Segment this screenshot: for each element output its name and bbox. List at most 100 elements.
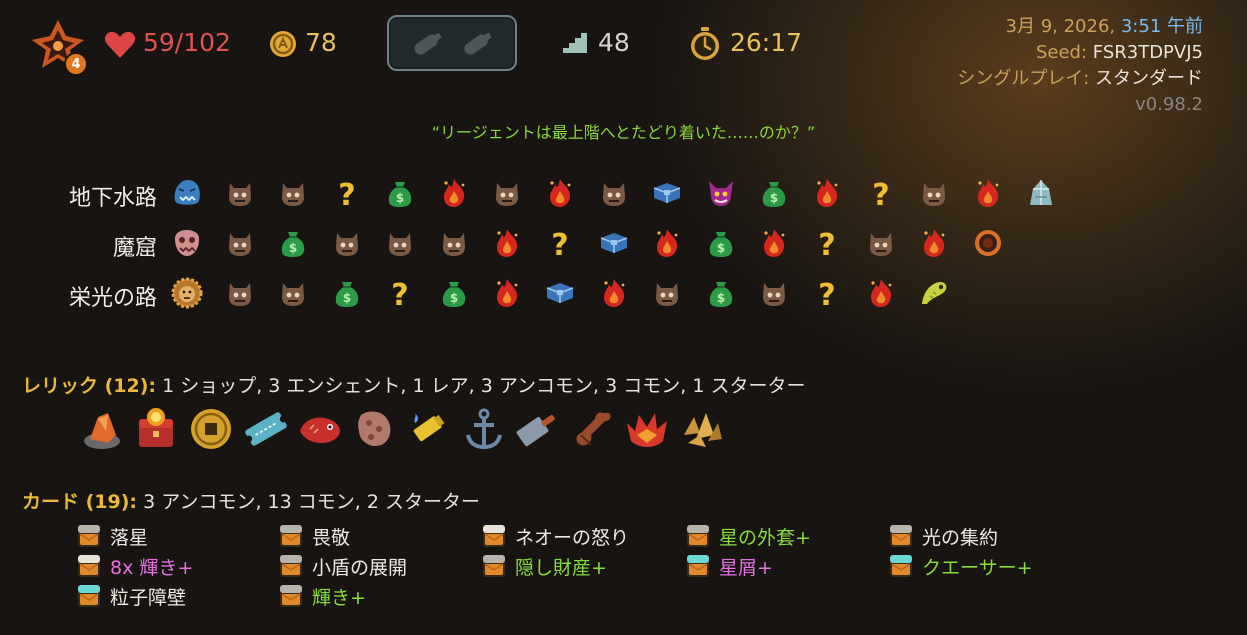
lighter-icon[interactable] — [405, 405, 453, 453]
map-node-elite-icon[interactable] — [650, 226, 684, 260]
relics-header: レリック (12): 1 ショップ, 3 エンシェント, 1 レア, 3 アンコ… — [22, 375, 806, 397]
red-crown-flower-icon[interactable] — [623, 405, 671, 453]
cleaver-icon[interactable] — [514, 405, 562, 453]
svg-text:$: $ — [716, 241, 724, 255]
stopwatch-icon — [688, 26, 722, 62]
card-name: 粒子障壁 — [110, 586, 187, 609]
potion-slot-1-icon[interactable] — [407, 26, 447, 62]
card-entry[interactable]: 8x 輝き+ — [76, 553, 193, 579]
map-node-shop-icon[interactable]: $ — [704, 226, 738, 260]
map-node-elite-icon[interactable] — [864, 276, 898, 310]
card-entry[interactable]: 星の外套+ — [685, 523, 811, 549]
card-entry[interactable]: クエーサー+ — [888, 553, 1033, 579]
card-type-icon — [888, 553, 914, 579]
potion-slot-2-icon[interactable] — [457, 26, 497, 62]
map-node-shop-icon[interactable]: $ — [383, 176, 417, 210]
map-node-monster-icon[interactable] — [864, 226, 898, 260]
map-node-monster-icon[interactable] — [437, 226, 471, 260]
map-node-monster-icon[interactable] — [650, 276, 684, 310]
ember-rock-icon[interactable] — [78, 405, 126, 453]
map-node-yellow-eel-icon[interactable] — [917, 276, 951, 310]
map-node-orange-ring-icon[interactable] — [971, 226, 1005, 260]
card-entry[interactable]: 粒子障壁 — [76, 583, 186, 609]
card-name: 隠し財産+ — [515, 556, 607, 579]
red-fish-icon[interactable] — [296, 405, 344, 453]
map-node-monster-icon[interactable] — [223, 226, 257, 260]
card-type-icon — [685, 553, 711, 579]
map-node-treasure-icon[interactable] — [597, 226, 631, 260]
map-node-shop-icon[interactable]: $ — [330, 276, 364, 310]
svg-text:$: $ — [770, 191, 778, 205]
map-node-boss-imp-icon[interactable] — [704, 176, 738, 210]
run-quote: “リージェントは最上階へとたどり着いた……のか？” — [431, 123, 816, 142]
golden-lion-boss-icon[interactable] — [170, 276, 204, 310]
map-node-monster-icon[interactable] — [223, 176, 257, 210]
map-node-elite-icon[interactable] — [437, 176, 471, 210]
card-entry[interactable]: 小盾の展開 — [278, 553, 407, 579]
map-node-unknown-icon[interactable]: ? — [330, 176, 364, 210]
map-node-unknown-icon[interactable]: ? — [543, 226, 577, 260]
card-type-icon — [278, 583, 304, 609]
map-node-elite-icon[interactable] — [810, 176, 844, 210]
card-entry[interactable]: 落星 — [76, 523, 148, 549]
heart-icon — [104, 30, 136, 60]
map-node-monster-icon[interactable] — [223, 276, 257, 310]
anchor-icon[interactable] — [460, 405, 508, 453]
map-node-treasure-icon[interactable] — [543, 276, 577, 310]
svg-text:$: $ — [396, 191, 404, 205]
red-chest-icon[interactable] — [133, 405, 181, 453]
map-node-unknown-icon[interactable]: ? — [810, 276, 844, 310]
brown-sponge-icon[interactable] — [351, 405, 399, 453]
blue-ticket-icon[interactable] — [242, 405, 290, 453]
hp-value: 59/102 — [143, 28, 231, 57]
card-entry[interactable]: 隠し財産+ — [481, 553, 607, 579]
map-node-treasure-icon[interactable] — [650, 176, 684, 210]
map-node-elite-icon[interactable] — [490, 276, 524, 310]
gold-coin-icon[interactable] — [187, 405, 235, 453]
map-node-elite-icon[interactable] — [757, 226, 791, 260]
map-node-shop-icon[interactable]: $ — [757, 176, 791, 210]
card-entry[interactable]: 星屑+ — [685, 553, 773, 579]
pink-creature-boss-icon[interactable] — [170, 226, 204, 260]
map-node-shop-icon[interactable]: $ — [704, 276, 738, 310]
map-node-ancient-crystal-icon[interactable] — [1024, 176, 1058, 210]
map-node-monster-icon[interactable] — [276, 176, 310, 210]
blue-slime-boss-icon[interactable] — [170, 176, 204, 210]
map-node-monster-icon[interactable] — [597, 176, 631, 210]
map-node-elite-icon[interactable] — [971, 176, 1005, 210]
map-node-elite-icon[interactable] — [597, 276, 631, 310]
map-node-elite-icon[interactable] — [490, 226, 524, 260]
card-entry[interactable]: 畏敬 — [278, 523, 350, 549]
meat-leg-icon[interactable] — [569, 405, 617, 453]
card-type-icon — [76, 583, 102, 609]
card-name: 畏敬 — [312, 526, 351, 549]
cards-header: カード (19): 3 アンコモン, 13 コモン, 2 スターター — [22, 491, 480, 513]
card-entry[interactable]: 輝き+ — [278, 583, 366, 609]
game-version: v0.98.2 — [1135, 94, 1203, 115]
map-node-monster-icon[interactable] — [490, 176, 524, 210]
map-node-monster-icon[interactable] — [757, 276, 791, 310]
map-node-unknown-icon[interactable]: ? — [864, 176, 898, 210]
act-name: 地下水路 — [68, 186, 157, 211]
map-node-monster-icon[interactable] — [330, 226, 364, 260]
map-node-elite-icon[interactable] — [543, 176, 577, 210]
map-node-elite-icon[interactable] — [917, 226, 951, 260]
card-name: 光の集約 — [922, 526, 999, 549]
map-node-shop-icon[interactable]: $ — [437, 276, 471, 310]
map-node-monster-icon[interactable] — [383, 226, 417, 260]
card-entry[interactable]: 光の集約 — [888, 523, 998, 549]
card-name: 星の外套+ — [719, 526, 811, 549]
map-node-monster-icon[interactable] — [917, 176, 951, 210]
map-node-shop-icon[interactable]: $ — [276, 226, 310, 260]
card-type-icon — [76, 553, 102, 579]
map-node-unknown-icon[interactable]: ? — [810, 226, 844, 260]
card-name: 輝き+ — [312, 586, 366, 609]
run-mode: シングルプレイ: スタンダード — [957, 68, 1203, 89]
map-node-monster-icon[interactable] — [276, 276, 310, 310]
run-info: 3月 9, 2026, 3:51 午前 Seed: FSR3TDPVJ5 シング… — [957, 14, 1203, 118]
svg-text:?: ? — [338, 178, 355, 209]
map-node-unknown-icon[interactable]: ? — [383, 276, 417, 310]
card-entry[interactable]: ネオーの怒り — [481, 523, 629, 549]
card-name: クエーサー+ — [922, 556, 1033, 579]
golden-shards-icon[interactable] — [678, 405, 726, 453]
